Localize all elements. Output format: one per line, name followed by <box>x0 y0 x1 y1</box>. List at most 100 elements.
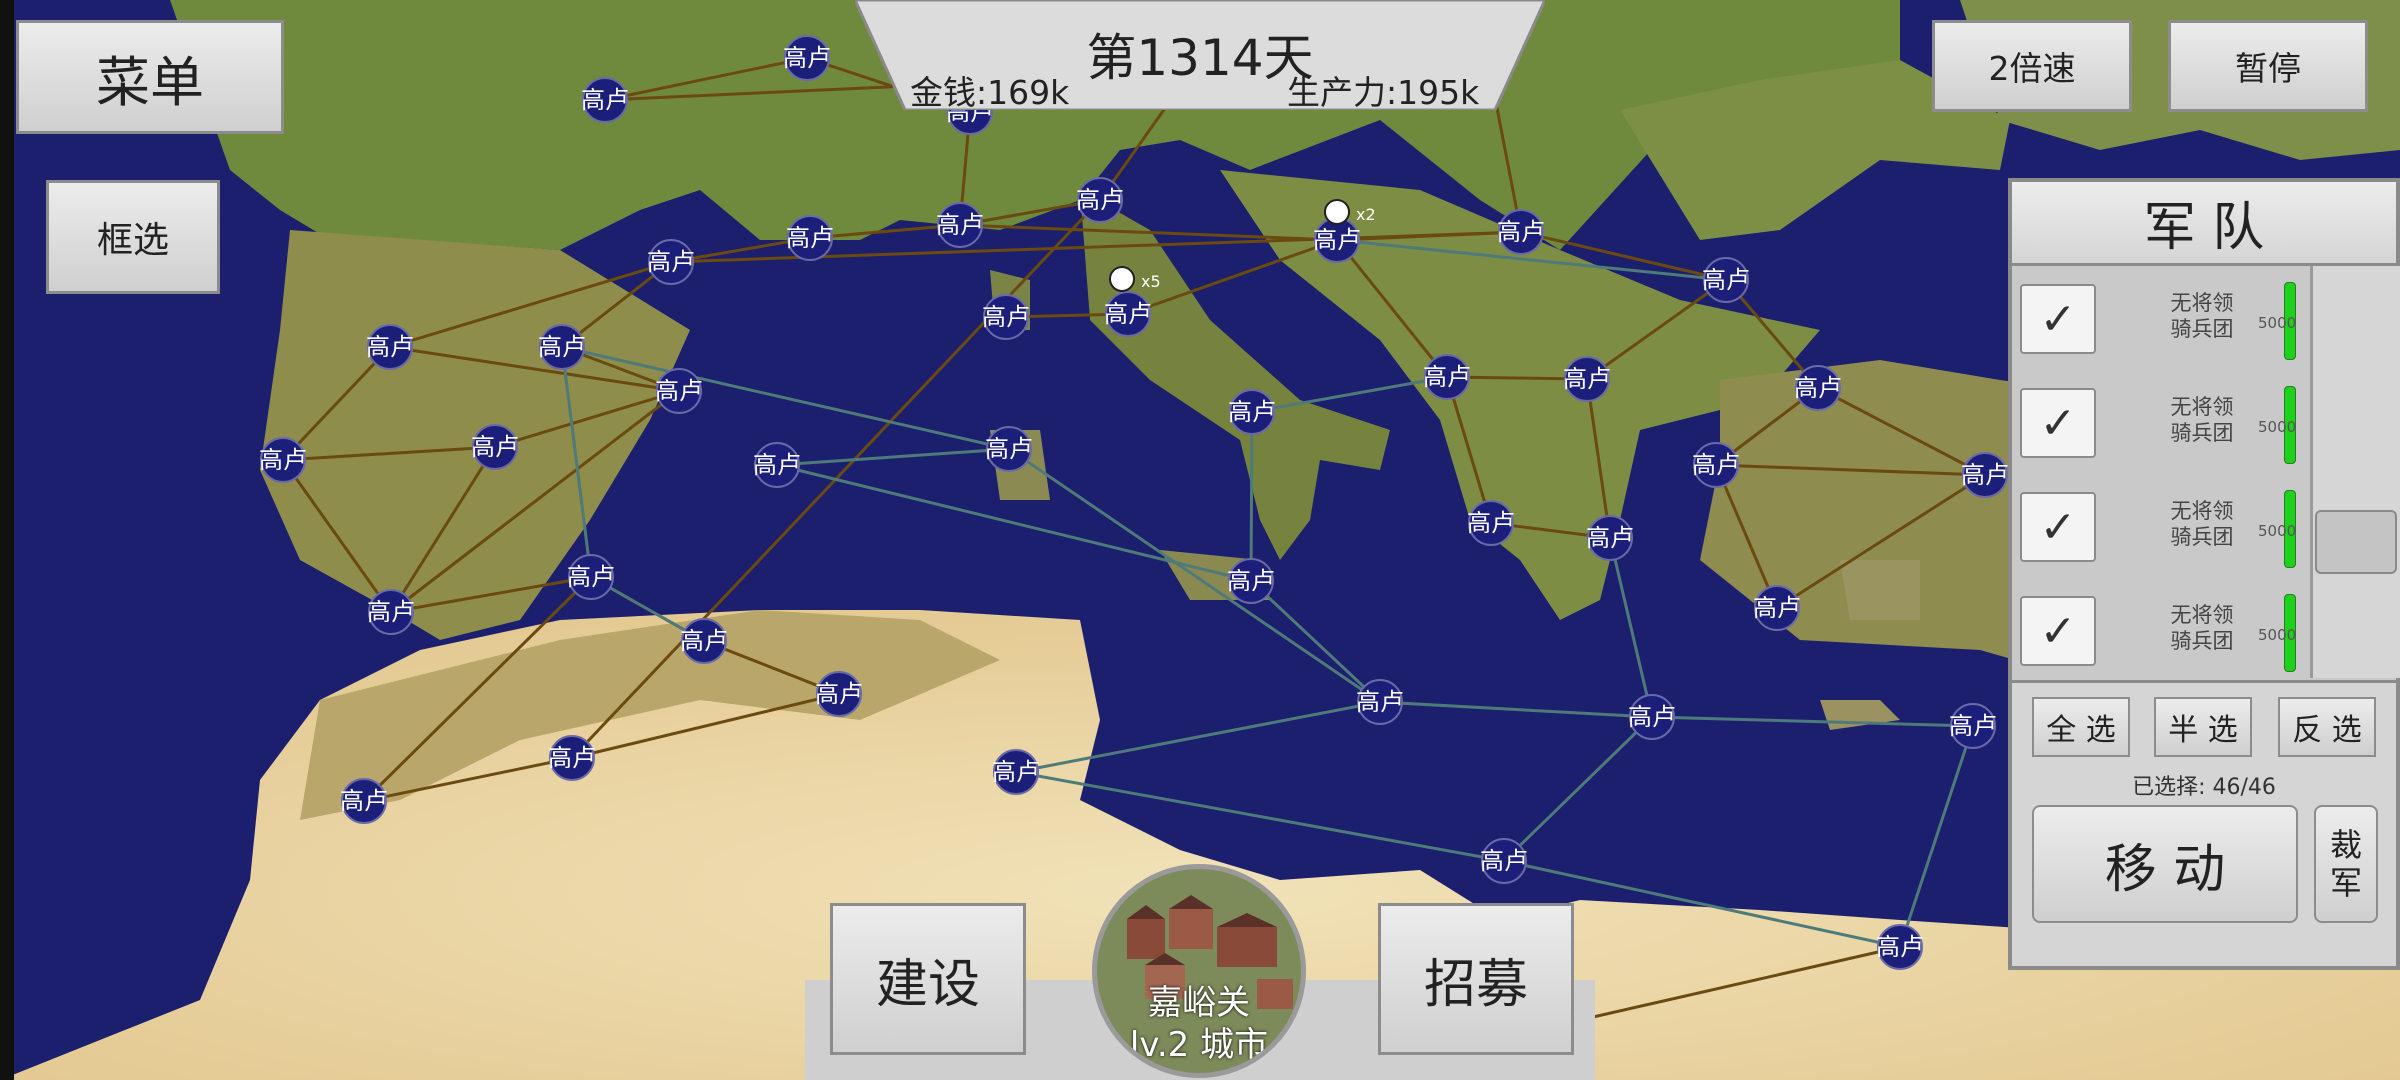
city-node[interactable]: 高卢 <box>992 749 1040 795</box>
unit-count: 5000 <box>2258 314 2297 332</box>
pause-label: 暂停 <box>2235 49 2301 88</box>
city-node[interactable]: 高卢 <box>340 778 388 824</box>
city-node-label: 高卢 <box>936 211 984 239</box>
city-node[interactable]: 高卢 <box>1753 585 1801 631</box>
city-node-label: 高卢 <box>1753 594 1801 622</box>
city-node[interactable]: 高卢 <box>647 239 695 285</box>
city-node-label: 高卢 <box>1586 524 1634 552</box>
city-node-label: 高卢 <box>1228 398 1276 426</box>
city-node[interactable]: 高卢 <box>1692 442 1740 488</box>
army-panel: 军 队 ✓ 无将领 骑兵团 5000 ✓ 无将领 骑兵团 5000 ✓ 无将领 … <box>2008 178 2400 970</box>
pause-button[interactable]: 暂停 <box>2168 20 2368 112</box>
menu-button[interactable]: 菜单 <box>16 20 284 134</box>
unit-row[interactable]: ✓ 无将领 骑兵团 5000 <box>2012 372 2308 476</box>
city-node[interactable]: 高卢 <box>1076 177 1124 223</box>
city-node-label: 高卢 <box>992 758 1040 786</box>
city-node-label: 高卢 <box>1961 461 2009 489</box>
build-button[interactable]: 建设 <box>830 903 1026 1055</box>
city-node[interactable]: 高卢 <box>1480 838 1528 884</box>
box-select-button[interactable]: 框选 <box>46 180 220 294</box>
recruit-button[interactable]: 招募 <box>1378 903 1574 1055</box>
city-node[interactable]: 高卢 <box>471 424 519 470</box>
city-node[interactable]: 高卢 <box>1702 257 1750 303</box>
city-node-label: 高卢 <box>1497 218 1545 246</box>
unit-list[interactable]: ✓ 无将领 骑兵团 5000 ✓ 无将领 骑兵团 5000 ✓ 无将领 骑兵团 … <box>2012 268 2308 678</box>
unit-checkbox[interactable]: ✓ <box>2020 596 2096 666</box>
city-node-label: 高卢 <box>567 563 615 591</box>
troop-count: x5 <box>1141 272 1161 291</box>
city-node[interactable]: 高卢 <box>1467 500 1515 546</box>
city-node[interactable]: 高卢 <box>567 554 615 600</box>
unit-type: 骑兵团 <box>2170 317 2234 341</box>
build-label: 建设 <box>875 954 980 1015</box>
speed-button[interactable]: 2倍速 <box>1932 20 2132 112</box>
city-node[interactable]: 高卢 <box>1104 291 1152 337</box>
city-node[interactable]: 高卢 <box>1497 209 1545 255</box>
city-node-label: 高卢 <box>815 680 863 708</box>
unit-row[interactable]: ✓ 无将领 骑兵团 5000 <box>2012 580 2308 684</box>
move-button[interactable]: 移 动 <box>2032 805 2298 923</box>
city-node-label: 高卢 <box>1356 688 1404 716</box>
city-node[interactable]: 高卢 <box>259 437 307 483</box>
city-node[interactable]: 高卢 <box>1228 389 1276 435</box>
menu-label: 菜单 <box>96 50 204 114</box>
city-node[interactable]: 高卢 <box>1227 558 1275 604</box>
city-node[interactable]: 高卢 <box>1628 694 1676 740</box>
unit-type: 骑兵团 <box>2170 421 2234 445</box>
unit-type: 骑兵团 <box>2170 525 2234 549</box>
recruit-label: 招募 <box>1423 954 1528 1015</box>
city-node[interactable]: 高卢 <box>815 671 863 717</box>
city-node[interactable]: 高卢 <box>1876 924 1924 970</box>
unit-row[interactable]: ✓ 无将领 骑兵团 5000 <box>2012 476 2308 580</box>
city-node[interactable]: 高卢 <box>985 426 1033 472</box>
disband-button[interactable]: 裁 军 <box>2314 805 2378 923</box>
city-node-label: 高卢 <box>783 44 831 72</box>
unit-leader: 无将领 <box>2170 499 2234 523</box>
unit-checkbox[interactable]: ✓ <box>2020 388 2096 458</box>
city-node-label: 高卢 <box>753 451 801 479</box>
city-node[interactable]: 高卢 <box>1794 365 1842 411</box>
unit-leader: 无将领 <box>2170 291 2234 315</box>
city-node-label: 高卢 <box>1104 300 1152 328</box>
city-node[interactable]: 高卢 <box>581 77 629 123</box>
unit-count: 5000 <box>2258 522 2297 540</box>
city-node-label: 高卢 <box>1480 847 1528 875</box>
city-node[interactable]: 高卢 <box>1586 515 1634 561</box>
city-node-label: 高卢 <box>982 303 1030 331</box>
city-node[interactable]: 高卢 <box>786 215 834 261</box>
city-node[interactable]: 高卢 <box>548 735 596 781</box>
city-node[interactable]: 高卢 <box>366 324 414 370</box>
route-line <box>1249 411 1254 582</box>
city-node[interactable]: 高卢 <box>783 35 831 81</box>
unit-row[interactable]: ✓ 无将领 骑兵团 5000 <box>2012 268 2308 372</box>
city-card[interactable]: 嘉峪关 lv.2 城市 <box>1092 864 1306 1078</box>
selection-controls: 全 选 半 选 反 选 已选择: 46/46 移 动 裁 军 <box>2012 680 2396 966</box>
scrollbar-thumb[interactable] <box>2315 510 2397 574</box>
city-node[interactable]: 高卢 <box>1961 452 2009 498</box>
city-node[interactable]: 高卢 <box>680 618 728 664</box>
city-node[interactable]: 高卢 <box>1563 356 1611 402</box>
unit-checkbox[interactable]: ✓ <box>2020 284 2096 354</box>
unit-checkbox[interactable]: ✓ <box>2020 492 2096 562</box>
unit-leader: 无将领 <box>2170 603 2234 627</box>
select-half-label: 半 选 <box>2168 713 2238 748</box>
city-node-label: 高卢 <box>655 377 703 405</box>
unit-count: 5000 <box>2258 418 2297 436</box>
city-node[interactable]: 高卢 <box>936 202 984 248</box>
unit-scrollbar[interactable] <box>2310 266 2400 678</box>
city-node[interactable]: 高卢 <box>538 324 586 370</box>
city-node[interactable]: 高卢 <box>655 368 703 414</box>
city-node-label: 高卢 <box>1467 509 1515 537</box>
city-node[interactable]: 高卢 <box>982 294 1030 340</box>
city-node[interactable]: 高卢 <box>753 442 801 488</box>
city-node[interactable]: 高卢 <box>1423 354 1471 400</box>
city-node[interactable]: 高卢 <box>1949 703 1997 749</box>
production-label: 生产力:195k <box>1287 73 1480 112</box>
city-node[interactable]: 高卢 <box>1356 679 1404 725</box>
select-all-button[interactable]: 全 选 <box>2032 697 2130 757</box>
city-node[interactable]: 高卢 <box>367 589 415 635</box>
select-invert-button[interactable]: 反 选 <box>2278 697 2376 757</box>
city-node-label: 高卢 <box>581 86 629 114</box>
city-node-label: 高卢 <box>1313 226 1361 254</box>
select-half-button[interactable]: 半 选 <box>2154 697 2252 757</box>
